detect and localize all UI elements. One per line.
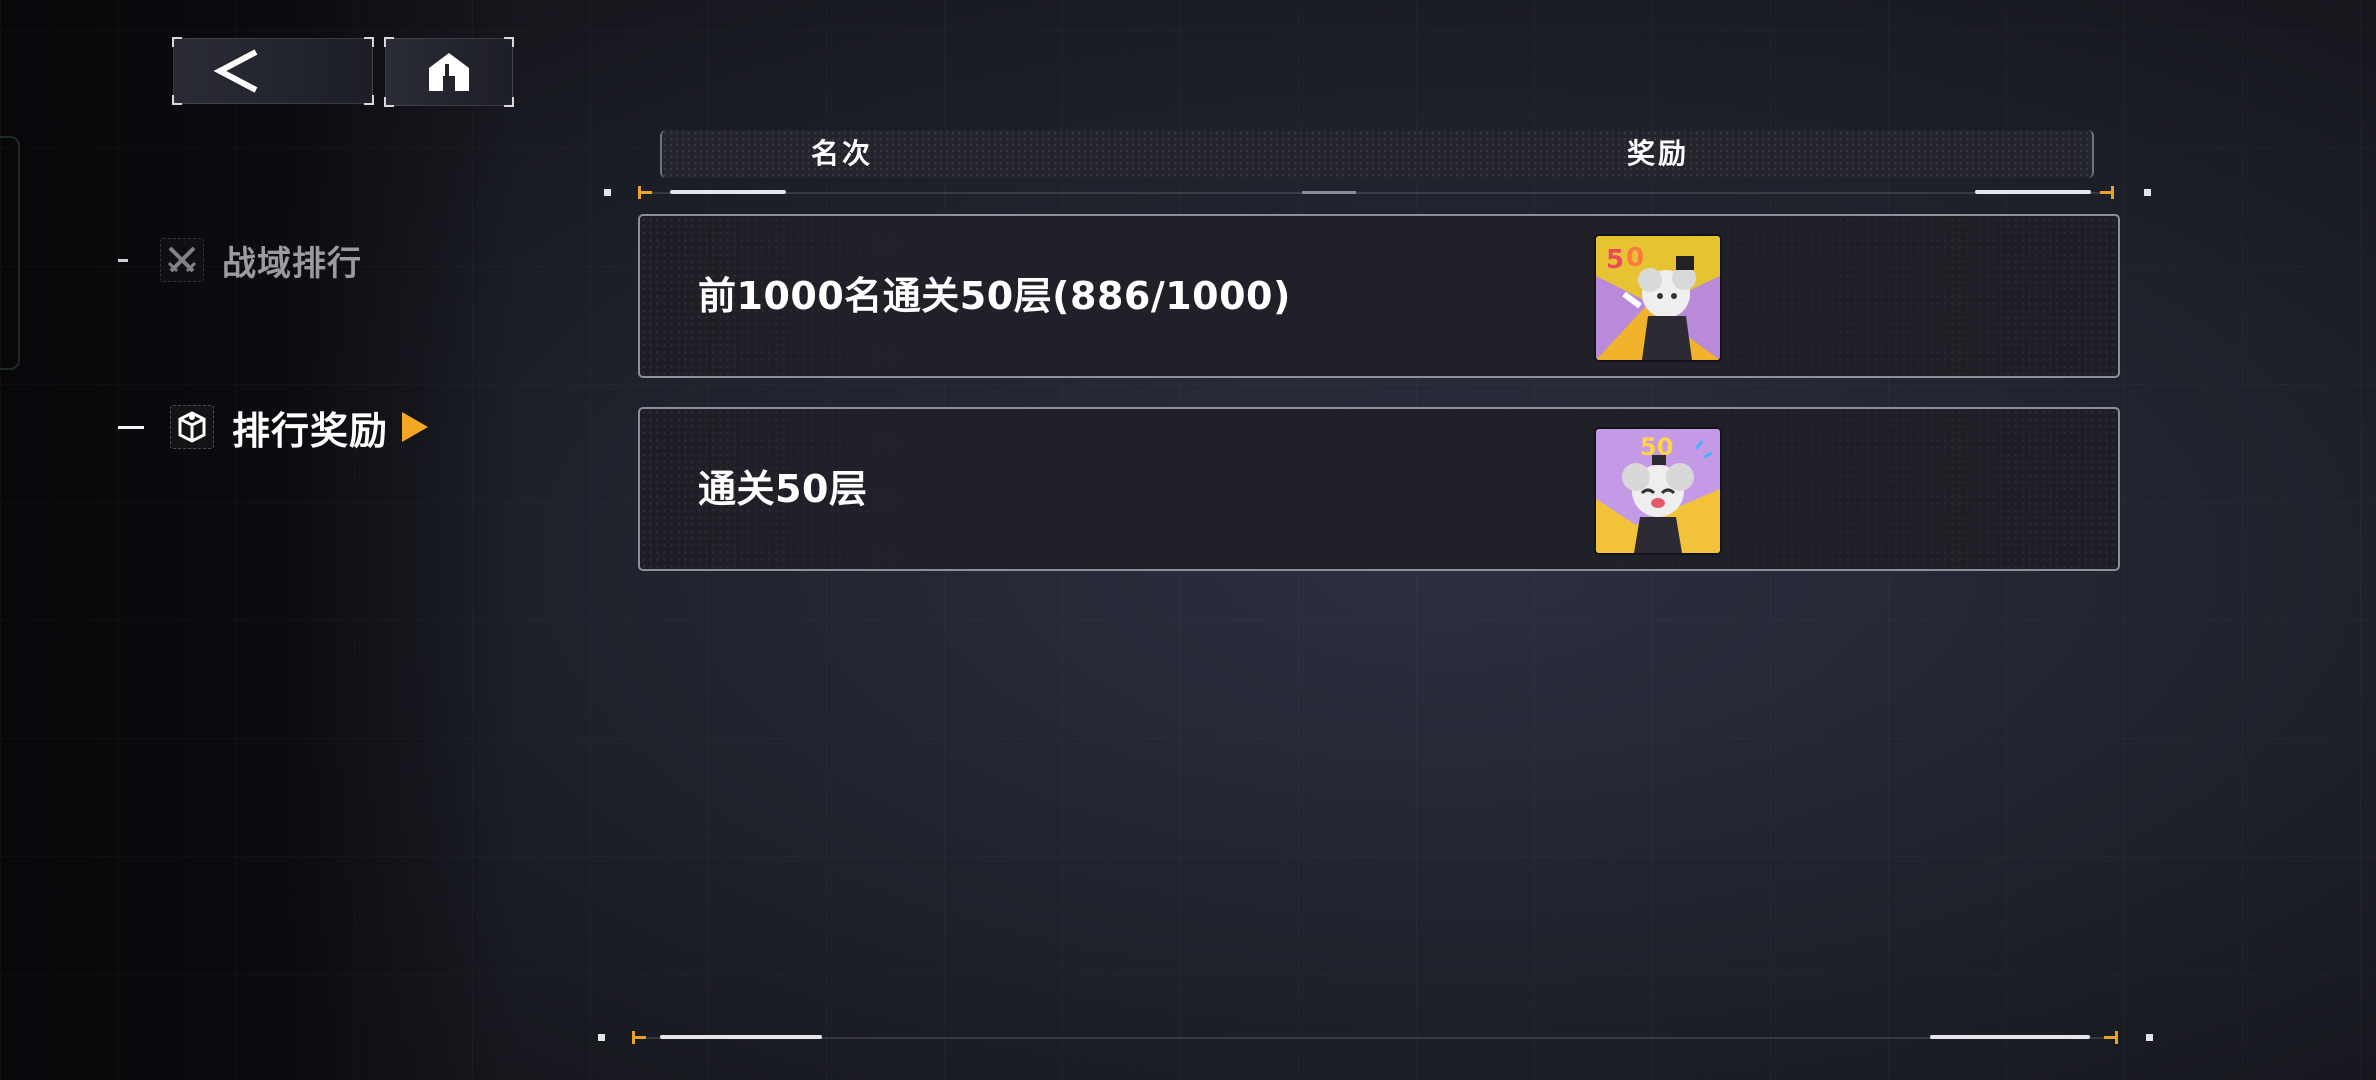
chibi-avatar-frame-reward-icon[interactable]: 50 <box>1596 429 1720 553</box>
row-rank-label: 通关50层 <box>698 467 868 511</box>
active-indicator-arrow-icon <box>402 412 429 442</box>
rail-tick <box>2104 1031 2118 1044</box>
sidebar-item-battle-ranking[interactable]: 战域排行 <box>118 230 362 290</box>
rail-tick <box>2100 186 2114 199</box>
table-row[interactable]: 通关50层 50 <box>638 407 2120 571</box>
sidebar-item-label: 排行奖励 <box>232 408 389 453</box>
table-header: 名次 奖励 <box>660 130 2094 178</box>
rail-highlight <box>660 1035 822 1039</box>
crossed-swords-icon <box>160 238 204 282</box>
sidebar-item-label: 战域排行 <box>222 243 362 284</box>
rail-tick <box>632 1031 646 1044</box>
rail-tick <box>638 186 652 199</box>
rail-highlight <box>1302 191 1356 194</box>
ranking-reward-screen: { "nav": { "back_icon": "back-chevron-ic… <box>0 0 2376 1080</box>
back-button[interactable] <box>172 37 374 105</box>
svg-text:0: 0 <box>1626 243 1644 273</box>
edge-tab <box>0 136 20 370</box>
home-icon <box>429 53 469 91</box>
rail-highlight <box>1975 190 2091 194</box>
footer-rail <box>640 1037 2108 1039</box>
row-rank-label: 前1000名通关50层(886/1000) <box>698 274 1291 318</box>
rail-dot <box>2146 1034 2153 1041</box>
chibi-avatar-frame-reward-icon[interactable]: 5 0 <box>1596 236 1720 360</box>
header-reward: 奖励 <box>1626 137 1690 170</box>
sidebar-dash <box>118 425 144 429</box>
header-rail <box>640 192 2108 194</box>
sidebar-dash <box>118 258 128 262</box>
rail-dot <box>598 1034 605 1041</box>
svg-text:5: 5 <box>1606 245 1624 275</box>
table-row[interactable]: 前1000名通关50层(886/1000) 5 0 <box>638 214 2120 378</box>
sidebar-item-ranking-rewards[interactable]: 排行奖励 <box>118 397 429 457</box>
rail-dot <box>604 189 611 196</box>
rail-highlight <box>1930 1035 2090 1039</box>
rail-highlight <box>670 190 786 194</box>
header-rank: 名次 <box>810 137 874 170</box>
back-chevron-icon <box>213 49 258 93</box>
home-button[interactable] <box>384 37 514 107</box>
gift-box-icon <box>170 405 214 449</box>
rail-dot <box>2144 189 2151 196</box>
